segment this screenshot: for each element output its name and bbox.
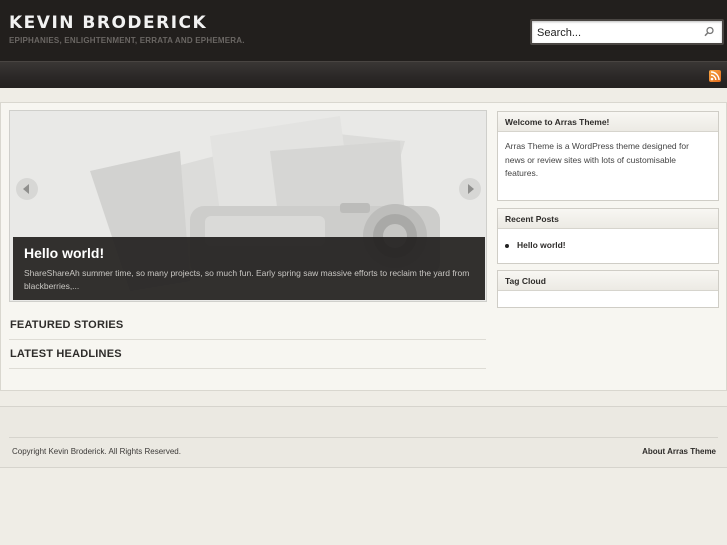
site-header: KEVIN BRODERICK EPIPHANIES, ENLIGHTENMEN… xyxy=(0,0,727,61)
widget-title: Tag Cloud xyxy=(505,276,546,286)
site-title[interactable]: KEVIN BRODERICK xyxy=(9,13,207,33)
divider xyxy=(9,339,486,340)
widget-recent-posts: Recent Posts Hello world! xyxy=(497,208,719,264)
featured-slider[interactable]: Hello world! ShareShareAh summer time, s… xyxy=(9,110,487,302)
widget-header: Recent Posts xyxy=(498,209,718,229)
featured-stories-heading: FEATURED STORIES xyxy=(10,319,124,331)
arrow-right-icon xyxy=(468,184,474,194)
slider-next-button[interactable] xyxy=(459,178,481,200)
site-description: EPIPHANIES, ENLIGHTENMENT, ERRATA AND EP… xyxy=(9,36,245,45)
bullet xyxy=(505,244,509,248)
divider xyxy=(9,437,718,438)
arrow-left-icon xyxy=(23,184,29,194)
slider-prev-button[interactable] xyxy=(16,178,38,200)
widget-text: Arras Theme is a WordPress theme designe… xyxy=(505,141,689,178)
slide-excerpt: ShareShareAh summer time, so many projec… xyxy=(24,268,470,291)
widget-tag-cloud: Tag Cloud xyxy=(497,270,719,308)
nav-bar xyxy=(0,61,727,88)
latest-headlines-heading: LATEST HEADLINES xyxy=(10,348,122,360)
slide-title[interactable]: Hello world! xyxy=(24,245,104,261)
slide-caption: Hello world! ShareShareAh summer time, s… xyxy=(13,237,485,300)
recent-post-link[interactable]: Hello world! xyxy=(517,240,566,250)
about-theme-link[interactable]: About Arras Theme xyxy=(642,447,716,456)
widget-title: Recent Posts xyxy=(505,214,559,224)
site-footer: Copyright Kevin Broderick. All Rights Re… xyxy=(0,406,727,468)
search-box xyxy=(530,19,724,45)
widget-header: Tag Cloud xyxy=(498,271,718,291)
widget-header: Welcome to Arras Theme! xyxy=(498,112,718,132)
rss-icon[interactable] xyxy=(709,70,721,82)
widget-welcome: Welcome to Arras Theme! Arras Theme is a… xyxy=(497,111,719,201)
search-icon[interactable] xyxy=(702,25,716,39)
copyright-text: Copyright Kevin Broderick. All Rights Re… xyxy=(12,447,181,456)
divider xyxy=(9,368,486,369)
search-input[interactable] xyxy=(537,25,697,41)
widget-title: Welcome to Arras Theme! xyxy=(505,117,610,127)
